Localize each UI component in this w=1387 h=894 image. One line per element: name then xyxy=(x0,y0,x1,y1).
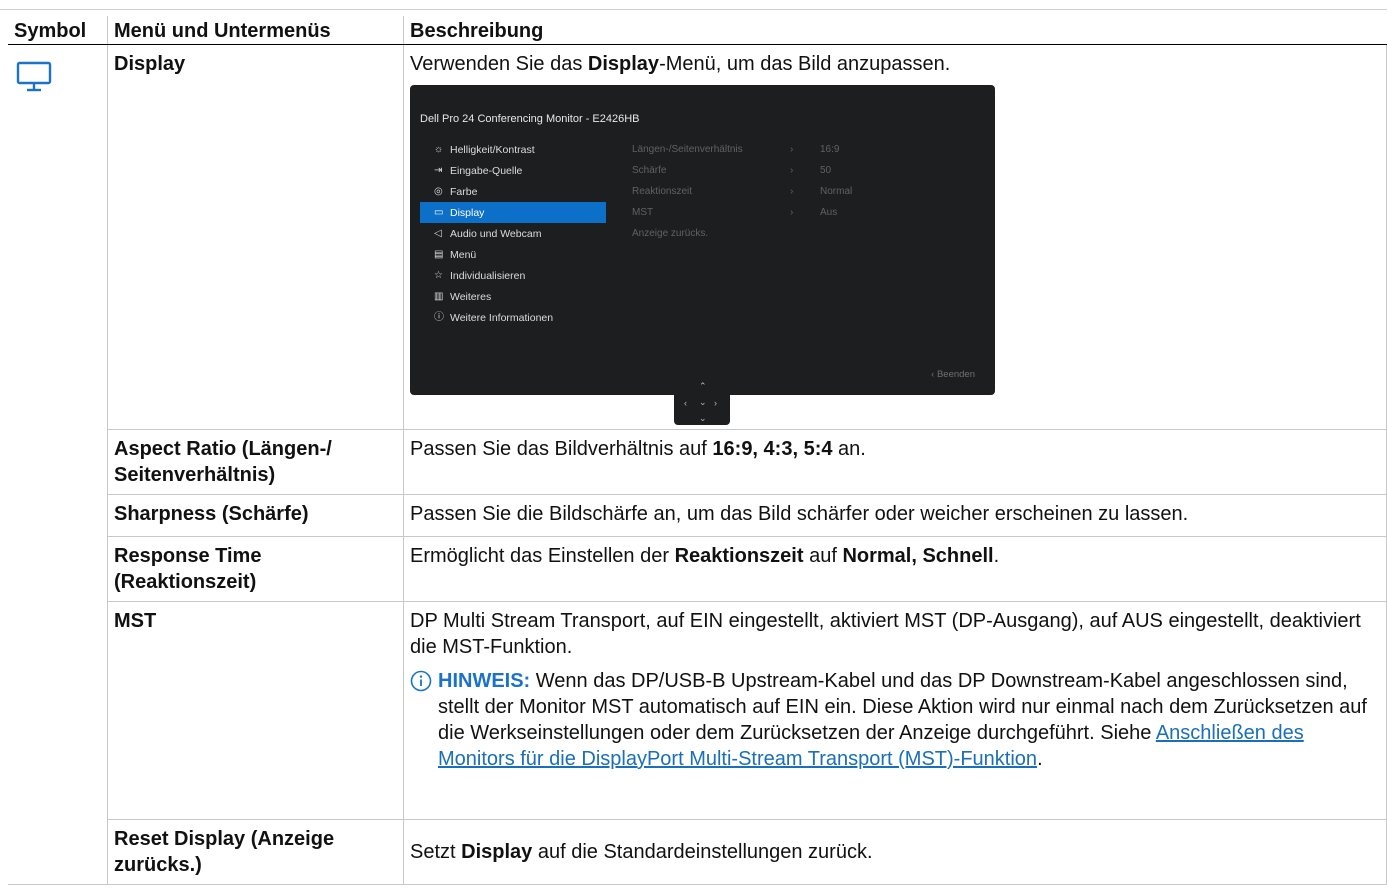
desc-response-prefix: Ermöglicht das Einstellen der xyxy=(410,545,675,567)
chevron-right-icon: › xyxy=(790,206,794,218)
menu-aspect-ratio: Aspect Ratio (Längen-/ Seitenverhältnis) xyxy=(107,429,404,495)
note-text: HINWEIS: Wenn das DP/USB-B Upstream-Kabe… xyxy=(438,668,1380,772)
desc-display-text: Verwenden Sie das Display-Menü, um das B… xyxy=(410,51,1380,77)
header-menu: Menü und Untermenüs xyxy=(107,16,404,45)
table-row-sharpness: Sharpness (Schärfe) Passen Sie die Bilds… xyxy=(8,494,1387,537)
osd-item-info[interactable]: ⓘ Weitere Informationen xyxy=(420,307,606,328)
menu-reset-display: Reset Display (Anzeige zurücks.) xyxy=(107,819,404,885)
note-label: HINWEIS: xyxy=(438,670,531,692)
table-header-row: Symbol Menü und Untermenüs Beschreibung xyxy=(8,16,1387,45)
desc-aspect-bold: 16:9, 4:3, 5:4 xyxy=(712,438,833,460)
menu-sharpness: Sharpness (Schärfe) xyxy=(107,494,404,537)
desc-mst: DP Multi Stream Transport, auf EIN einge… xyxy=(403,601,1387,820)
desc-display-bold: Display xyxy=(587,53,660,75)
symbol-cell xyxy=(8,44,108,885)
table-row-reset: Reset Display (Anzeige zurücks.) Setzt D… xyxy=(8,819,1387,885)
desc-reset-suffix: auf die Standardeinstellungen zurück. xyxy=(532,841,873,863)
top-rule xyxy=(0,9,1387,10)
desc-reset-prefix: Setzt xyxy=(410,841,462,863)
info-icon xyxy=(410,670,438,772)
desc-response-suffix: . xyxy=(993,545,1000,567)
header-description: Beschreibung xyxy=(403,16,1387,45)
table-row-response: Response Time (Reaktionszeit) Ermöglicht… xyxy=(8,536,1387,602)
chevron-left-icon: ‹ xyxy=(684,398,687,408)
desc-display: Verwenden Sie das Display-Menü, um das B… xyxy=(403,44,1387,430)
desc-aspect-prefix: Passen Sie das Bildverhältnis auf xyxy=(410,438,713,460)
desc-reset-bold: Display xyxy=(461,841,533,863)
desc-mst-text: DP Multi Stream Transport, auf EIN einge… xyxy=(410,610,1361,658)
desc-response-bold1: Reaktionszeit xyxy=(674,545,804,567)
desc-aspect-suffix: an. xyxy=(832,438,866,460)
osd-sub-value: Aus xyxy=(820,206,838,218)
chevron-right-icon: › xyxy=(714,398,717,408)
desc-sharpness: Passen Sie die Bildschärfe an, um das Bi… xyxy=(403,494,1387,537)
table-row-display: Display Verwenden Sie das Display-Menü, … xyxy=(8,44,1387,885)
header-symbol: Symbol xyxy=(8,16,108,45)
desc-response-bold2: Normal, Schnell xyxy=(842,545,994,567)
note-end: . xyxy=(1037,748,1043,770)
menu-response-time: Response Time (Reaktionszeit) xyxy=(107,536,404,602)
menu-display: Display xyxy=(107,44,404,430)
desc-display-suffix: -Menü, um das Bild anzupassen. xyxy=(659,53,951,75)
monitor-icon xyxy=(16,61,101,100)
menu-table: Symbol Menü und Untermenüs Beschreibung … xyxy=(8,16,1387,885)
desc-response-mid: auf xyxy=(803,545,843,567)
note-block: HINWEIS: Wenn das DP/USB-B Upstream-Kabe… xyxy=(410,668,1380,772)
info-icon: ⓘ xyxy=(434,311,444,323)
desc-aspect-ratio: Passen Sie das Bildverhältnis auf 16:9, … xyxy=(403,429,1387,495)
desc-reset-display: Setzt Display auf die Standardeinstellun… xyxy=(403,819,1387,885)
desc-display-prefix: Verwenden Sie das xyxy=(410,53,588,75)
osd-item-label: Weitere Informationen xyxy=(450,311,554,324)
osd-exit[interactable]: ‹ Beenden xyxy=(931,362,975,388)
chevron-down-icon: ⌄ xyxy=(699,413,707,423)
osd-sub-reset[interactable]: Anzeige zurücks. xyxy=(632,223,872,244)
osd-submenu: Längen-/Seitenverhältnis › 16:9 Schärfe › 50… xyxy=(632,139,872,244)
joystick-icon: ⌃ ‹ ⌄ › ⌄ xyxy=(674,367,730,425)
osd-screenshot: Dell Pro 24 Conferencing Monitor - E2426… xyxy=(410,85,995,425)
menu-mst: MST xyxy=(107,601,404,820)
desc-response-time: Ermöglicht das Einstellen der Reaktionsz… xyxy=(403,536,1387,602)
table-row-aspect: Aspect Ratio (Längen-/ Seitenverhältnis)… xyxy=(8,429,1387,495)
osd-sub-label: Anzeige zurücks. xyxy=(632,227,709,239)
osd-title: Dell Pro 24 Conferencing Monitor - E2426… xyxy=(420,113,640,125)
table-row-mst: MST DP Multi Stream Transport, auf EIN e… xyxy=(8,601,1387,820)
osd-menu: ☼ Helligkeit/Kontrast ⇥ Eingabe-Quelle ◎ Fa… xyxy=(420,139,606,328)
